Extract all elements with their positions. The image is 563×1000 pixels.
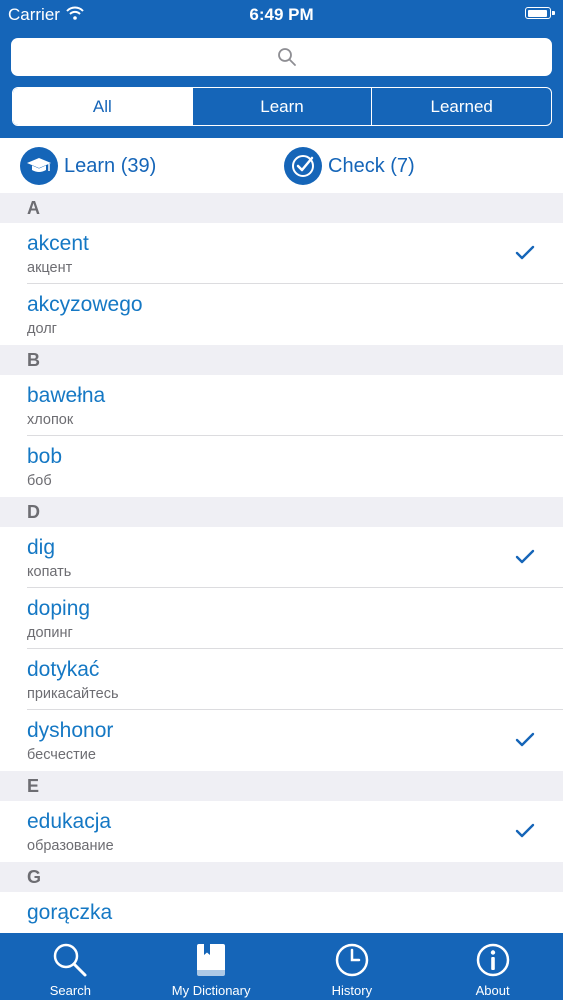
word-title: dotykać	[27, 658, 100, 681]
list-item[interactable]: gorączka	[0, 892, 563, 933]
tab-about[interactable]: About	[422, 933, 563, 1000]
section-header-g: G	[0, 862, 563, 892]
word-translation: допинг	[27, 625, 73, 641]
word-translation: боб	[27, 473, 52, 489]
checkmark-icon	[515, 549, 535, 564]
list-item[interactable]: akcyzowego долг	[0, 284, 563, 345]
word-title: edukacja	[27, 810, 112, 833]
action-bar: Learn (39) Check (7)	[0, 138, 563, 193]
list-item[interactable]: dotykać прикасайтесь	[0, 649, 563, 710]
checkmark-icon	[515, 732, 535, 747]
checkmark-icon	[515, 245, 535, 260]
tab-my-dictionary[interactable]: My Dictionary	[141, 933, 282, 1000]
segment-learn[interactable]: Learn	[191, 88, 372, 125]
dictionary-list[interactable]: A akcent акцент akcyzowego долг B bawełn…	[0, 193, 563, 933]
section-header-d: D	[0, 497, 563, 527]
list-item[interactable]: akcent акцент	[0, 223, 563, 284]
search-icon	[54, 943, 87, 977]
status-time: 6:49 PM	[249, 5, 314, 24]
word-title: gorączka	[27, 901, 113, 924]
check-label: Check (7)	[328, 154, 415, 177]
book-icon	[197, 944, 226, 976]
list-item[interactable]: dig копать	[0, 527, 563, 588]
tab-label: History	[331, 983, 373, 998]
word-translation: долг	[27, 321, 57, 337]
list-item[interactable]: dyshonor бесчестие	[0, 710, 563, 771]
word-translation: хлопок	[27, 412, 74, 428]
tab-label: About	[475, 983, 510, 998]
word-translation: копать	[27, 564, 72, 580]
status-bar: Carrier 6:49 PM	[0, 0, 563, 30]
tab-bar: Search My Dictionary History About	[0, 933, 563, 1000]
list-item[interactable]: bob боб	[0, 436, 563, 497]
section-header-b: B	[0, 345, 563, 375]
segment-all[interactable]: All	[13, 88, 192, 125]
learn-label: Learn (39)	[64, 154, 157, 177]
graduation-cap-icon	[20, 147, 58, 185]
checkmark-icon	[515, 823, 535, 838]
word-title: dig	[27, 536, 56, 559]
word-title: akcent	[27, 232, 89, 255]
word-translation: акцент	[27, 260, 73, 276]
tab-label: Search	[49, 983, 91, 998]
word-title: bob	[27, 445, 63, 468]
segment-learned[interactable]: Learned	[371, 88, 551, 125]
check-circle-icon	[284, 147, 322, 185]
check-button[interactable]: Check (7)	[284, 146, 415, 186]
tab-search[interactable]: Search	[0, 933, 141, 1000]
search-input[interactable]	[11, 38, 552, 76]
search-icon	[278, 48, 296, 66]
word-translation: прикасайтесь	[27, 686, 119, 702]
clock-icon	[335, 943, 369, 977]
header: Carrier 6:49 PM All Learn Learned	[0, 0, 563, 138]
word-title: dyshonor	[27, 719, 114, 742]
section-header-a: A	[0, 193, 563, 223]
list-item[interactable]: bawełna хлопок	[0, 375, 563, 436]
tab-label: My Dictionary	[171, 983, 251, 998]
list-item[interactable]: edukacja образование	[0, 801, 563, 862]
word-title: bawełna	[27, 384, 106, 407]
list-item[interactable]: doping допинг	[0, 588, 563, 649]
tab-history[interactable]: History	[282, 933, 423, 1000]
filter-segmented-control: All Learn Learned	[12, 87, 552, 126]
word-translation: бесчестие	[27, 747, 96, 763]
word-translation: образование	[27, 838, 114, 854]
word-title: doping	[27, 597, 91, 620]
battery-icon	[525, 7, 555, 19]
word-title: akcyzowego	[27, 293, 143, 316]
info-icon	[476, 943, 509, 977]
section-header-e: E	[0, 771, 563, 801]
learn-button[interactable]: Learn (39)	[20, 146, 156, 186]
